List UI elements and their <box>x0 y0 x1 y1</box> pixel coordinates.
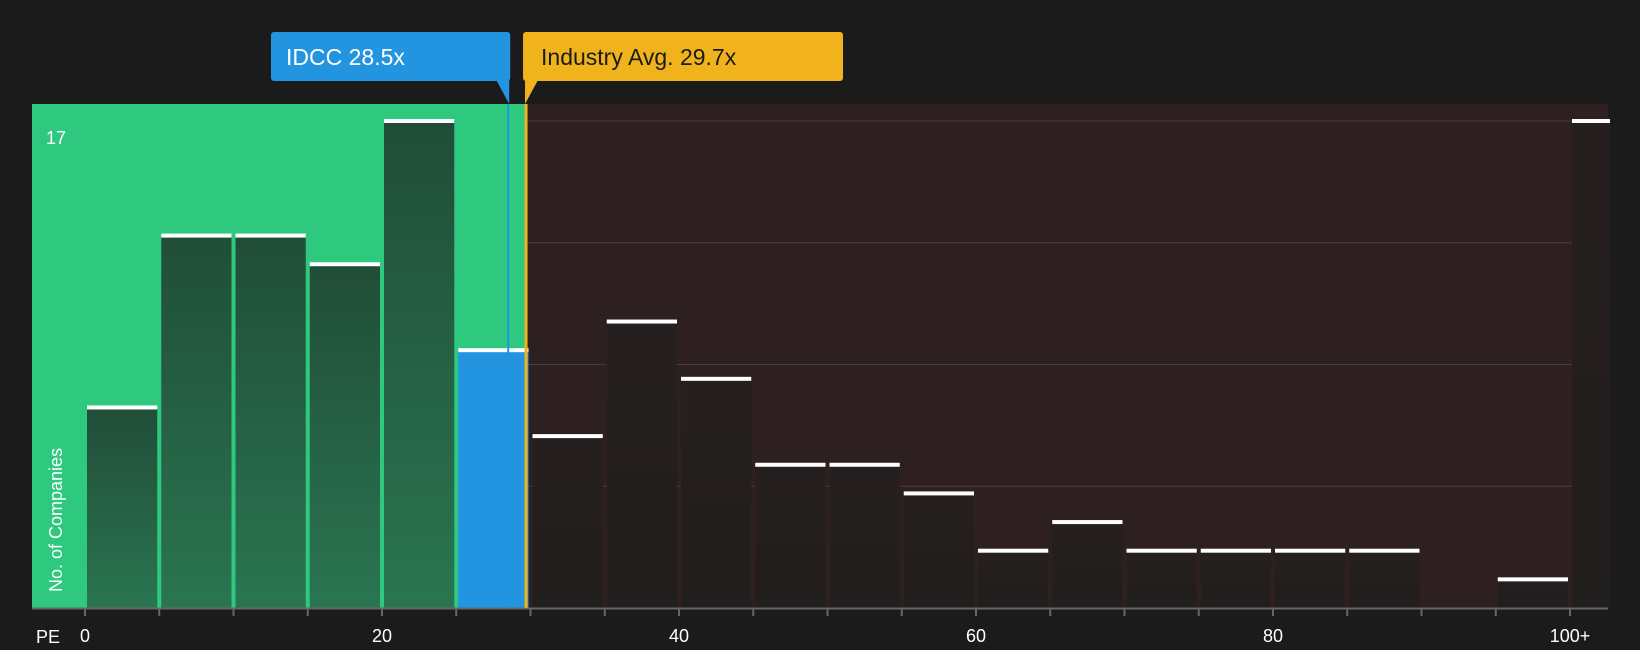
pe-histogram-chart: 0 20 40 60 80 100+ 17 No. of Companies PE IDC… <box>32 32 1610 647</box>
x-tick-label: 0 <box>80 626 90 646</box>
histogram-bar <box>458 350 529 608</box>
bar-cap <box>1497 577 1568 582</box>
company-callout: IDCC 28.5x <box>271 32 511 104</box>
bar-cap <box>829 462 900 467</box>
bar-cap <box>1572 119 1610 123</box>
histogram-bar <box>978 550 1049 608</box>
histogram-bar <box>606 321 677 608</box>
x-tick-label: 80 <box>1263 626 1283 646</box>
histogram-bar <box>161 235 232 608</box>
bar-cap <box>1126 548 1197 553</box>
bar-cap <box>1349 548 1420 553</box>
histogram-bar <box>829 464 900 608</box>
bar-cap <box>161 233 232 238</box>
histogram-bar <box>755 464 826 608</box>
x-tick-label: 60 <box>966 626 986 646</box>
bar-cap <box>235 233 306 238</box>
y-max-label: 17 <box>46 128 66 148</box>
bar-cap <box>606 319 677 324</box>
bar-cap <box>458 348 529 353</box>
histogram-bar <box>1275 550 1346 608</box>
bar-cap <box>681 376 752 381</box>
histogram-bar <box>309 264 380 608</box>
company-callout-label: IDCC 28.5x <box>286 44 405 70</box>
bar-cap <box>903 491 974 496</box>
bar-cap <box>309 262 380 267</box>
industry-callout: Industry Avg. 29.7x <box>523 32 843 104</box>
x-tick-label: 20 <box>372 626 392 646</box>
histogram-bar <box>1200 550 1271 608</box>
histogram-bar <box>1497 579 1568 608</box>
x-ticks: 0 20 40 60 80 100+ <box>80 608 1590 646</box>
bar-cap <box>1052 520 1123 525</box>
x-tick-label: 100+ <box>1550 626 1591 646</box>
industry-callout-pointer <box>525 80 539 104</box>
histogram-bar <box>532 436 603 608</box>
histogram-bar <box>87 407 158 608</box>
histogram-bar <box>1572 121 1610 608</box>
histogram-bar <box>1052 522 1123 608</box>
bar-cap <box>1200 548 1271 553</box>
industry-callout-label: Industry Avg. 29.7x <box>541 44 737 70</box>
bar-cap <box>532 434 603 439</box>
x-axis-label: PE <box>36 627 60 647</box>
bar-cap <box>978 548 1049 553</box>
histogram-bar <box>235 235 306 608</box>
bar-cap <box>755 462 826 467</box>
bar-cap <box>384 119 455 123</box>
x-tick-label: 40 <box>669 626 689 646</box>
company-callout-pointer <box>496 80 510 104</box>
histogram-bar <box>903 493 974 608</box>
histogram-bar <box>681 378 752 608</box>
bar-cap <box>1275 548 1346 553</box>
y-axis-label: No. of Companies <box>46 448 66 592</box>
histogram-bar <box>1349 550 1420 608</box>
histogram-bar <box>1126 550 1197 608</box>
histogram-bar <box>384 121 455 608</box>
bar-cap <box>87 405 158 410</box>
